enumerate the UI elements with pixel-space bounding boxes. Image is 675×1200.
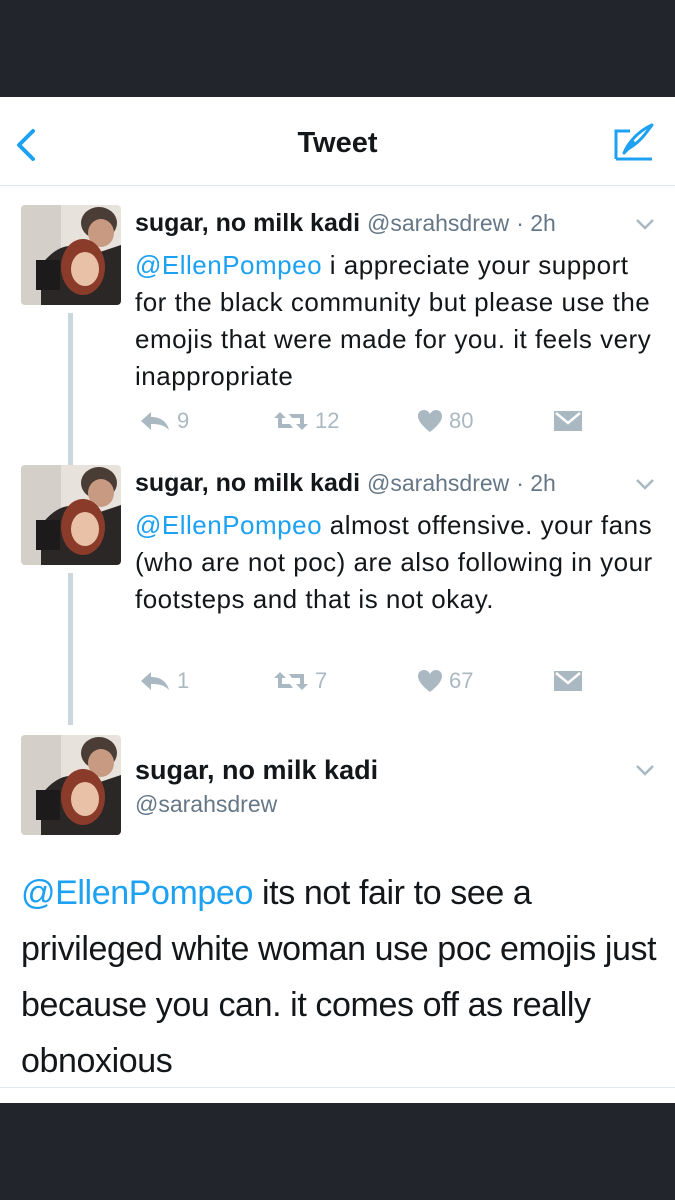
tweet-item[interactable]: sugar, no milk kadi @sarahsdrew · 2h @El… [0,205,675,465]
tweet-time: · 2h [516,210,556,236]
top-letterbox-bar [0,0,675,97]
chevron-down-icon[interactable] [632,761,658,779]
heart-icon [418,410,442,432]
reply-icon [141,412,169,430]
tweet-header: sugar, no milk kadi @sarahsdrew · 2h [135,209,556,238]
thread-line [68,313,73,465]
direct-message-button[interactable] [553,661,589,701]
user-name[interactable]: sugar, no milk kadi [135,755,378,786]
heart-icon [418,670,442,692]
like-count: 80 [449,408,474,433]
reply-count: 9 [177,408,190,433]
mention-link[interactable]: @EllenPompeo [135,510,322,540]
user-handle[interactable]: @sarahsdrew [367,210,509,236]
like-count: 67 [449,668,474,693]
reply-icon [141,672,169,690]
retweet-button[interactable]: 7 [273,661,327,701]
like-button[interactable]: 67 [417,661,473,701]
tweet-text: @EllenPompeo i appreciate your support f… [135,247,655,395]
tweet-text: @EllenPompeo almost offensive. your fans… [135,507,655,618]
reply-button[interactable]: 9 [139,401,189,441]
retweet-count: 12 [315,408,340,433]
reply-count: 1 [177,668,190,693]
user-name[interactable]: sugar, no milk kadi [135,469,360,497]
retweet-icon [274,672,308,690]
tweet-actions: 1 7 67 [135,661,615,701]
reply-button[interactable]: 1 [139,661,189,701]
avatar[interactable] [21,735,121,835]
tweet-text: @EllenPompeo its not fair to see a privi… [21,865,661,1089]
bottom-letterbox-bar [0,1103,675,1200]
tweet-actions: 9 12 80 [135,401,615,441]
tweet-item[interactable]: sugar, no milk kadi @sarahsdrew · 2h @El… [0,465,675,725]
chevron-down-icon[interactable] [632,475,658,493]
like-button[interactable]: 80 [417,401,473,441]
navigation-bar: Tweet [0,97,675,186]
retweet-button[interactable]: 12 [273,401,339,441]
compose-icon[interactable] [612,123,658,163]
user-handle[interactable]: @sarahsdrew [135,791,277,818]
retweet-count: 7 [315,668,328,693]
mention-link[interactable]: @EllenPompeo [135,250,322,280]
focused-tweet[interactable]: sugar, no milk kadi @sarahsdrew @EllenPo… [0,735,675,1085]
thread-line [68,573,73,725]
user-handle[interactable]: @sarahsdrew [367,470,509,496]
direct-message-icon [554,411,582,431]
divider [0,1087,675,1088]
tweet-header: sugar, no milk kadi @sarahsdrew · 2h [135,469,556,498]
avatar[interactable] [21,205,121,305]
tweet-time: · 2h [516,470,556,496]
avatar[interactable] [21,465,121,565]
direct-message-icon [554,671,582,691]
page-title: Tweet [297,127,378,159]
user-name[interactable]: sugar, no milk kadi [135,209,360,237]
retweet-icon [274,412,308,430]
mention-link[interactable]: @EllenPompeo [21,874,253,912]
chevron-down-icon[interactable] [632,215,658,233]
tweet-detail-screen: Tweet sugar, no milk kadi @sarahsdrew · … [0,97,675,1103]
direct-message-button[interactable] [553,401,589,441]
